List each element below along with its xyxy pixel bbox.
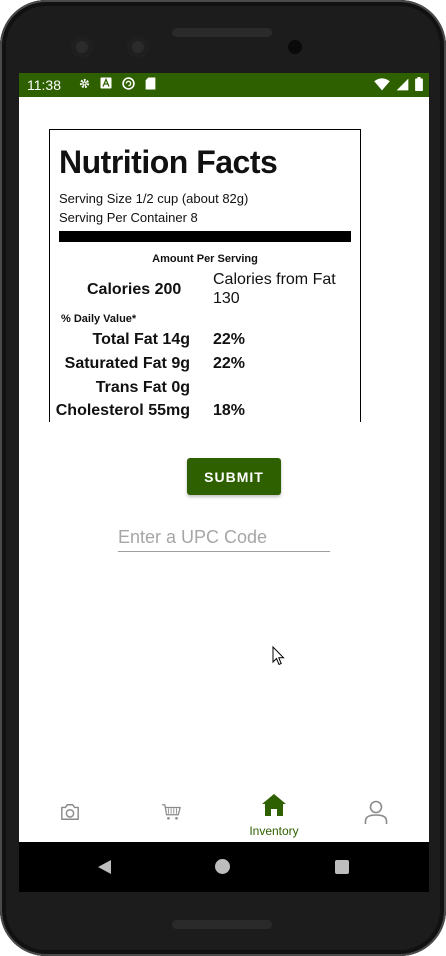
a-icon	[99, 76, 113, 90]
cart-icon	[161, 803, 183, 826]
calories-from-fat: Calories from Fat 130	[213, 271, 336, 307]
battery-icon	[415, 77, 423, 94]
status-bar: 11:38	[19, 73, 429, 97]
nutrition-facts-label: Nutrition Facts Serving Size 1/2 cup (ab…	[49, 129, 361, 422]
home-icon	[261, 793, 287, 822]
calories: Calories 200	[87, 281, 182, 298]
front-camera	[288, 40, 302, 54]
person-icon	[364, 799, 388, 830]
sync-icon	[121, 76, 135, 90]
signal-icon	[396, 78, 409, 94]
nav-camera[interactable]	[19, 789, 121, 842]
front-sensor-right	[127, 36, 149, 58]
bottom-speaker	[172, 920, 272, 929]
nav-cart[interactable]	[121, 789, 223, 842]
saturated-fat-pct: 22%	[213, 355, 246, 372]
nav-inventory-label: Inventory	[249, 824, 299, 838]
cholesterol-label: Cholesterol 55mg	[55, 402, 190, 419]
front-sensor-left	[71, 36, 93, 58]
total-fat-label: Total Fat 14g	[92, 331, 191, 348]
serving-per-container: Serving Per Container 8	[59, 210, 198, 225]
phone-frame: 11:38 Nutrition Facts Serving Size 1/2 c…	[0, 0, 446, 956]
cholesterol-pct: 18%	[213, 402, 246, 419]
status-icons-right	[374, 77, 423, 94]
submit-button[interactable]: SUBMIT	[187, 458, 281, 495]
serving-size: Serving Size 1/2 cup (about 82g)	[59, 191, 249, 206]
status-time: 11:38	[27, 77, 61, 93]
upc-input[interactable]	[118, 523, 330, 552]
back-icon[interactable]	[97, 859, 112, 880]
status-icons-left	[77, 76, 157, 90]
amount-per-serving: Amount Per Serving	[152, 253, 258, 265]
home-button-icon[interactable]	[215, 859, 230, 874]
nav-inventory[interactable]: Inventory	[223, 789, 325, 842]
saturated-fat-label: Saturated Fat 9g	[64, 355, 190, 372]
system-navigation-bar	[19, 842, 429, 892]
bottom-navigation: Inventory	[19, 789, 429, 842]
gear-icon	[77, 76, 91, 90]
total-fat-pct: 22%	[213, 331, 246, 348]
recents-icon[interactable]	[335, 860, 349, 874]
daily-value-header: % Daily Value*	[61, 313, 137, 325]
nutrition-title: Nutrition Facts	[59, 144, 278, 180]
mouse-cursor-icon	[272, 645, 285, 671]
thick-divider	[59, 231, 351, 242]
camera-icon	[59, 802, 81, 827]
wifi-icon	[374, 77, 390, 94]
nav-profile[interactable]	[325, 789, 427, 842]
sd-card-icon	[143, 76, 157, 90]
screen: 11:38 Nutrition Facts Serving Size 1/2 c…	[19, 73, 429, 892]
trans-fat-label: Trans Fat 0g	[95, 379, 190, 396]
earpiece-speaker	[172, 28, 272, 37]
